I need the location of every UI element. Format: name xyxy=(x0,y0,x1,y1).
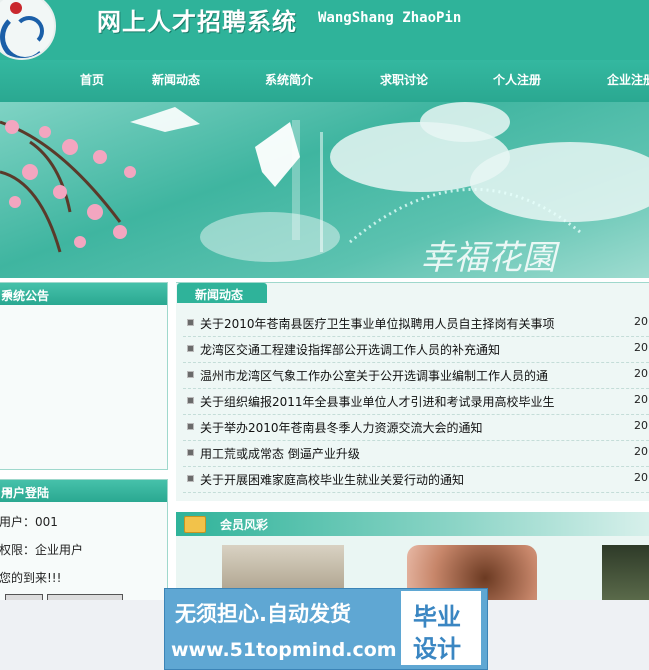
ad-side-top: 毕业 xyxy=(413,603,461,631)
ad-banner[interactable]: 无须担心.自动发货 www.51topmind.com 毕业 设计 xyxy=(164,588,488,670)
news-item[interactable]: 用工荒或成常态 倒逼产业升级 201 xyxy=(183,440,649,467)
news-item-title[interactable]: 龙湾区交通工程建设指挥部公开选调工作人员的补充通知 xyxy=(200,341,500,358)
news-item-date: 201 xyxy=(634,471,649,484)
news-item-title[interactable]: 关于开展困难家庭高校毕业生就业关爱行动的通知 xyxy=(200,471,464,488)
bullet-icon xyxy=(187,475,194,482)
login-user: 用户：001 xyxy=(0,515,58,529)
news-item-title[interactable]: 关于组织编报2011年全县事业单位人才引进和考试录用高校毕业生 xyxy=(200,393,555,410)
news-item[interactable]: 关于开展困难家庭高校毕业生就业关爱行动的通知 201 xyxy=(183,466,649,493)
news-item-title[interactable]: 用工荒或成常态 倒逼产业升级 xyxy=(200,445,360,462)
nav-news[interactable]: 新闻动态 xyxy=(152,71,200,88)
bullet-icon xyxy=(187,371,194,378)
ad-side-badge: 毕业 设计 xyxy=(401,591,481,665)
logo-icon xyxy=(0,0,56,60)
nav-company-register[interactable]: 企业注册 xyxy=(607,71,649,88)
site-title: 网上人才招聘系统 xyxy=(97,7,297,36)
ad-url-text[interactable]: www.51topmind.com xyxy=(171,639,397,661)
news-item-title[interactable]: 温州市龙湾区气象工作办公室关于公开选调事业编制工作人员的通 xyxy=(200,367,548,384)
arrow-icon: ⇥ xyxy=(1,287,13,303)
login-panel: 用户登陆 ⇥ 用户：001 权限：企业用户 您的到来!!! xyxy=(0,479,168,604)
news-item[interactable]: 关于举办2010年苍南县冬季人力资源交流大会的通知 201 xyxy=(183,414,649,441)
nav-home[interactable]: 首页 xyxy=(80,71,104,88)
members-title: 会员风彩 xyxy=(220,518,269,532)
news-item[interactable]: 温州市龙湾区气象工作办公室关于公开选调事业编制工作人员的通 201 xyxy=(183,362,649,389)
news-item[interactable]: 龙湾区交通工程建设指挥部公开选调工作人员的补充通知 201 xyxy=(183,336,649,363)
news-item-date: 201 xyxy=(634,367,649,380)
news-item-title[interactable]: 关于举办2010年苍南县冬季人力资源交流大会的通知 xyxy=(200,419,483,436)
login-welcome: 您的到来!!! xyxy=(0,571,62,585)
main-nav: 首页 新闻动态 系统简介 求职讨论 个人注册 企业注册 xyxy=(0,60,649,102)
news-item-date: 201 xyxy=(634,445,649,458)
ad-side-bottom: 设计 xyxy=(413,635,461,663)
site-subtitle: WangShang ZhaoPin xyxy=(318,10,462,26)
news-tab-label: 新闻动态 xyxy=(195,288,244,302)
members-header: 会员风彩 xyxy=(176,512,649,536)
bullet-icon xyxy=(187,397,194,404)
bullet-icon xyxy=(187,345,194,352)
site-header: 网上人才招聘系统 WangShang ZhaoPin xyxy=(0,0,649,60)
notice-panel: 系统公告 ⇥ xyxy=(0,282,168,470)
folder-icon xyxy=(184,516,206,533)
news-item[interactable]: 关于2010年苍南县医疗卫生事业单位拟聘用人员自主择岗有关事项 201 xyxy=(183,310,649,337)
notice-panel-header: 系统公告 ⇥ xyxy=(0,283,167,305)
login-role: 权限：企业用户 xyxy=(0,543,84,557)
news-item-date: 201 xyxy=(634,341,649,354)
banner-image: 幸福花園 xyxy=(0,102,649,278)
ad-main-text: 无须担心.自动发货 xyxy=(175,602,351,626)
nav-discussion[interactable]: 求职讨论 xyxy=(380,71,428,88)
news-item-date: 201 xyxy=(634,315,649,328)
member-photo[interactable] xyxy=(602,545,649,600)
news-item[interactable]: 关于组织编报2011年全县事业单位人才引进和考试录用高校毕业生 201 xyxy=(183,388,649,415)
login-panel-header: 用户登陆 ⇥ xyxy=(0,480,167,502)
news-item-title[interactable]: 关于2010年苍南县医疗卫生事业单位拟聘用人员自主择岗有关事项 xyxy=(200,315,555,332)
tab-news[interactable]: 新闻动态 xyxy=(177,283,267,303)
bullet-icon xyxy=(187,449,194,456)
nav-about[interactable]: 系统简介 xyxy=(265,71,313,88)
bullet-icon xyxy=(187,423,194,430)
news-item-date: 201 xyxy=(634,393,649,406)
bullet-icon xyxy=(187,319,194,326)
news-item-date: 201 xyxy=(634,419,649,432)
banner-caption: 幸福花園 xyxy=(420,238,556,278)
arrow-icon: ⇥ xyxy=(1,484,13,500)
nav-personal-register[interactable]: 个人注册 xyxy=(493,71,541,88)
